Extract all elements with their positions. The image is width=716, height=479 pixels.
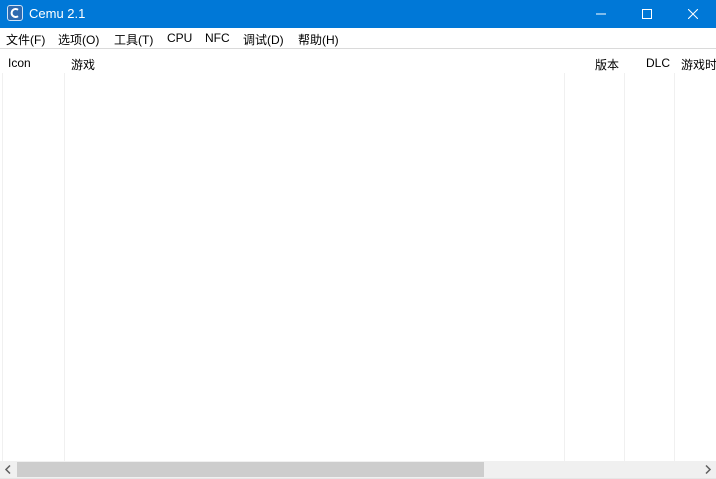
scroll-right-arrow-icon[interactable] (704, 465, 712, 474)
column-header-dlc[interactable]: DLC (646, 56, 670, 70)
column-divider (64, 73, 65, 461)
close-icon (688, 9, 698, 19)
column-divider (674, 73, 675, 461)
menu-debug[interactable]: 调试(D) (243, 31, 284, 48)
menu-tools[interactable]: 工具(T) (114, 31, 153, 48)
column-divider (624, 73, 625, 461)
column-header-version[interactable]: 版本 (595, 56, 619, 73)
scrollbar-thumb[interactable] (17, 462, 484, 477)
menu-bar: 文件(F) 选项(O) 工具(T) CPU NFC 调试(D) 帮助(H) (0, 28, 716, 49)
column-header-icon[interactable]: Icon (8, 56, 31, 70)
minimize-button[interactable] (578, 0, 624, 28)
title-bar[interactable]: Cemu 2.1 (0, 0, 716, 28)
minimize-icon (596, 13, 606, 15)
column-divider (2, 73, 3, 461)
window-title: Cemu 2.1 (29, 6, 86, 21)
horizontal-scrollbar[interactable] (0, 461, 716, 478)
game-list[interactable]: Icon 游戏 版本 DLC 游戏时 (0, 49, 716, 461)
maximize-button[interactable] (624, 0, 670, 28)
column-divider (564, 73, 565, 461)
menu-options[interactable]: 选项(O) (58, 31, 99, 48)
cemu-logo-icon (7, 5, 23, 21)
column-header-game[interactable]: 游戏 (71, 56, 95, 73)
scroll-left-arrow-icon[interactable] (4, 465, 12, 474)
close-button[interactable] (670, 0, 716, 28)
menu-cpu[interactable]: CPU (167, 31, 192, 45)
menu-nfc[interactable]: NFC (205, 31, 230, 45)
menu-file[interactable]: 文件(F) (6, 31, 45, 48)
column-header-playtime[interactable]: 游戏时 (681, 56, 716, 73)
menu-help[interactable]: 帮助(H) (298, 31, 339, 48)
maximize-icon (642, 9, 652, 19)
